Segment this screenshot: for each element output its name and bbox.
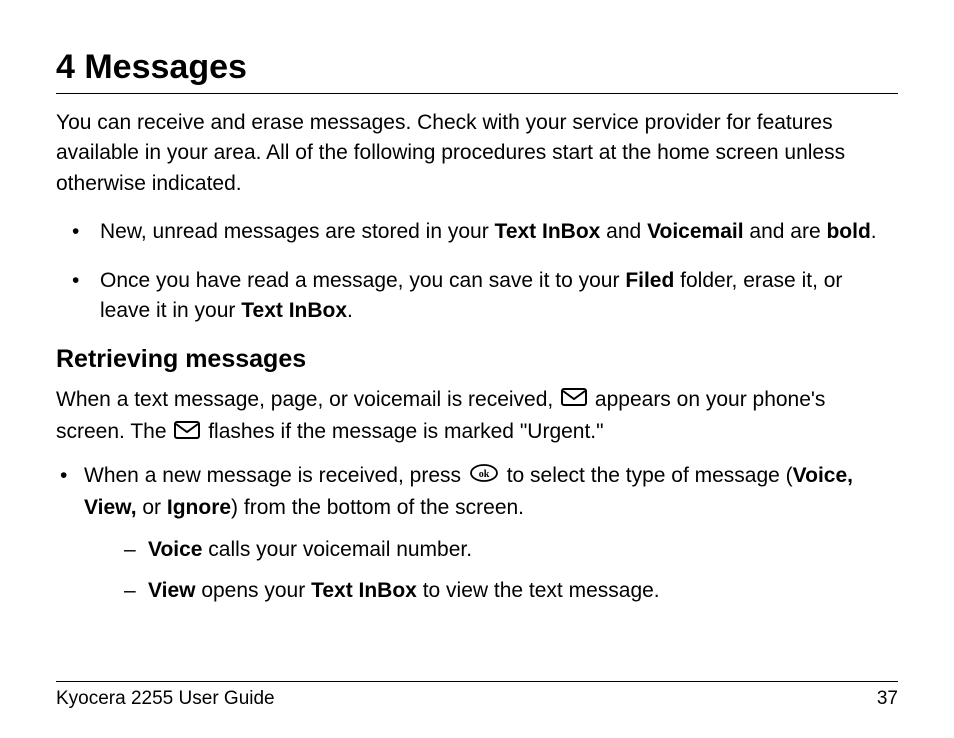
section-heading: Retrieving messages <box>56 345 898 374</box>
envelope-icon <box>561 384 587 416</box>
text: flashes if the message is marked "Urgent… <box>208 420 603 443</box>
bold-text: View <box>148 579 195 602</box>
ok-button-icon: ok <box>469 461 499 493</box>
svg-text:ok: ok <box>479 469 490 480</box>
text: or <box>137 496 167 519</box>
bold-text: Voice <box>148 538 202 561</box>
bold-text: Voicemail <box>647 220 744 243</box>
list-item: View opens your Text InBox to view the t… <box>84 575 898 607</box>
page-number: 37 <box>877 688 898 710</box>
text: to view the text message. <box>417 579 660 602</box>
bold-text: Filed <box>625 269 674 292</box>
chapter-heading: 4 Messages <box>56 48 898 87</box>
list-item: When a new message is received, press ok… <box>56 460 898 607</box>
top-bullet-list: New, unread messages are stored in your … <box>56 217 898 326</box>
text: to select the type of message ( <box>507 464 793 487</box>
text: When a new message is received, press <box>84 464 467 487</box>
text: and are <box>744 220 827 243</box>
heading-rule <box>56 93 898 94</box>
text: ) from the bottom of the screen. <box>231 496 524 519</box>
text: When a text message, page, or voicemail … <box>56 388 559 411</box>
page-footer: Kyocera 2255 User Guide 37 <box>56 681 898 710</box>
bold-text: Text InBox <box>311 579 417 602</box>
list-item: Voice calls your voicemail number. <box>84 534 898 566</box>
list-item: New, unread messages are stored in your … <box>56 217 898 247</box>
bold-text: Text InBox <box>495 220 601 243</box>
text: New, unread messages are stored in your <box>100 220 495 243</box>
bold-text: Ignore <box>167 496 231 519</box>
footer-rule <box>56 681 898 682</box>
intro-paragraph: You can receive and erase messages. Chec… <box>56 108 898 199</box>
footer-title: Kyocera 2255 User Guide <box>56 688 275 710</box>
text: and <box>600 220 647 243</box>
text: calls your voicemail number. <box>202 538 472 561</box>
text: . <box>347 299 353 322</box>
text: . <box>871 220 877 243</box>
bold-text: bold <box>826 220 870 243</box>
list-item: Once you have read a message, you can sa… <box>56 266 898 327</box>
section-intro: When a text message, page, or voicemail … <box>56 384 898 448</box>
text: opens your <box>195 579 311 602</box>
text: Once you have read a message, you can sa… <box>100 269 625 292</box>
sub-bullet-list: When a new message is received, press ok… <box>56 460 898 607</box>
dash-list: Voice calls your voicemail number. View … <box>84 534 898 607</box>
envelope-icon <box>174 417 200 449</box>
bold-text: Text InBox <box>241 299 347 322</box>
